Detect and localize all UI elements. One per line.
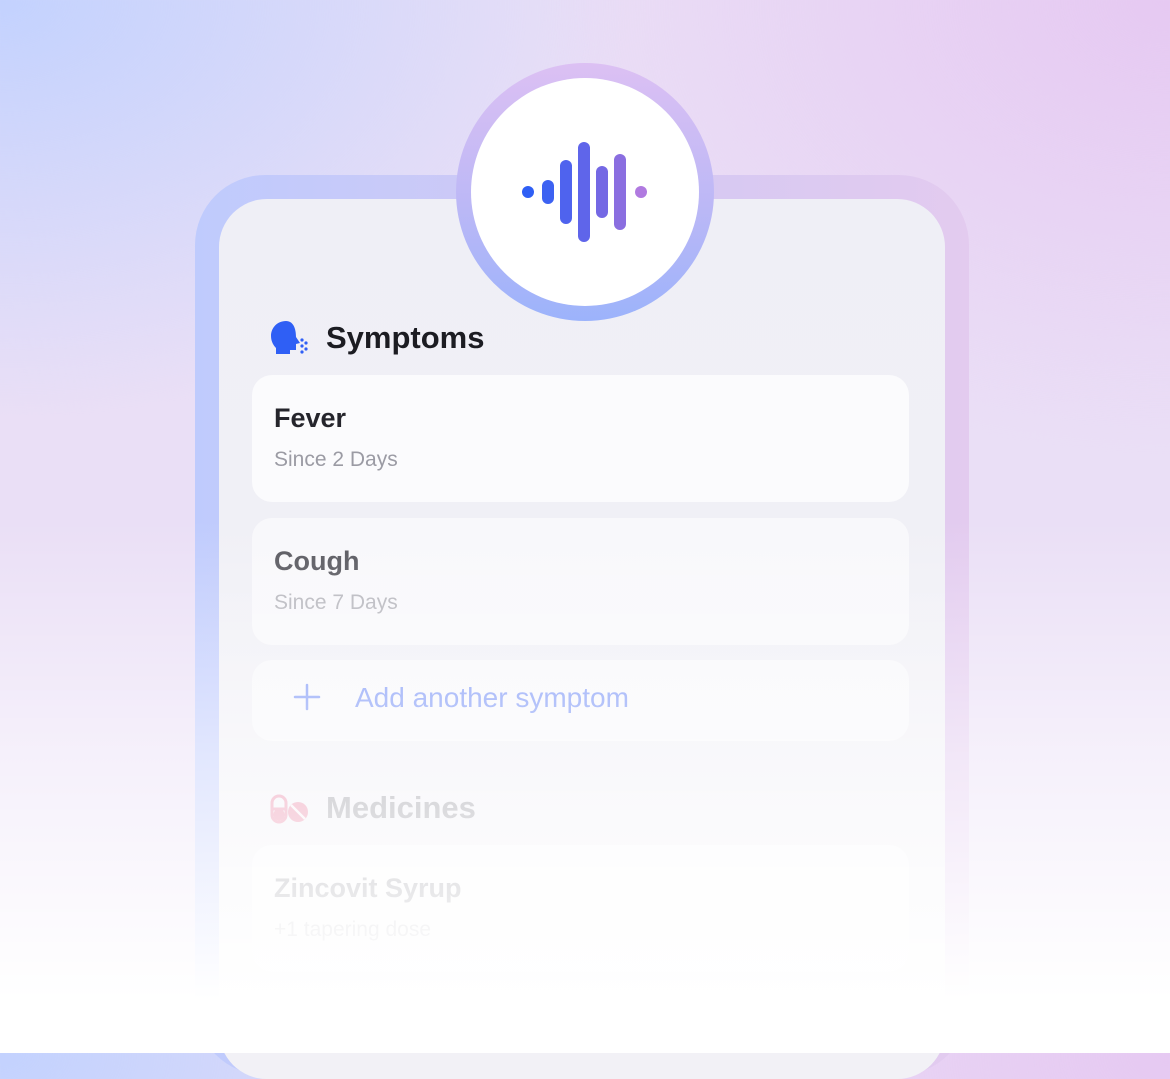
- medicine-card-zincovit[interactable]: Zincovit Syrup +1 tapering dose: [252, 845, 909, 972]
- symptoms-header: Symptoms: [270, 320, 484, 356]
- voice-input-button[interactable]: [471, 78, 699, 306]
- add-symptom-button[interactable]: Add another symptom: [252, 660, 909, 741]
- medicines-title: Medicines: [326, 790, 476, 825]
- symptom-name: Cough: [274, 546, 360, 576]
- symptom-duration: Since 2 Days: [274, 448, 398, 471]
- medicine-detail: +1 tapering dose: [274, 918, 432, 941]
- medicine-name: Zincovit Syrup: [274, 873, 462, 903]
- symptom-card-fever[interactable]: Fever Since 2 Days: [252, 375, 909, 502]
- symptom-duration: Since 7 Days: [274, 591, 398, 614]
- symptom-name: Fever: [274, 403, 347, 433]
- pills-icon: [270, 794, 308, 824]
- add-symptom-label: Add another symptom: [355, 682, 629, 713]
- plus-icon: [293, 683, 321, 711]
- symptoms-title: Symptoms: [326, 320, 485, 355]
- symptom-card-cough[interactable]: Cough Since 7 Days: [252, 518, 909, 645]
- voice-waveform-icon: [522, 142, 647, 242]
- speaking-head-icon: [271, 321, 308, 354]
- medicines-header: Medicines: [270, 790, 476, 826]
